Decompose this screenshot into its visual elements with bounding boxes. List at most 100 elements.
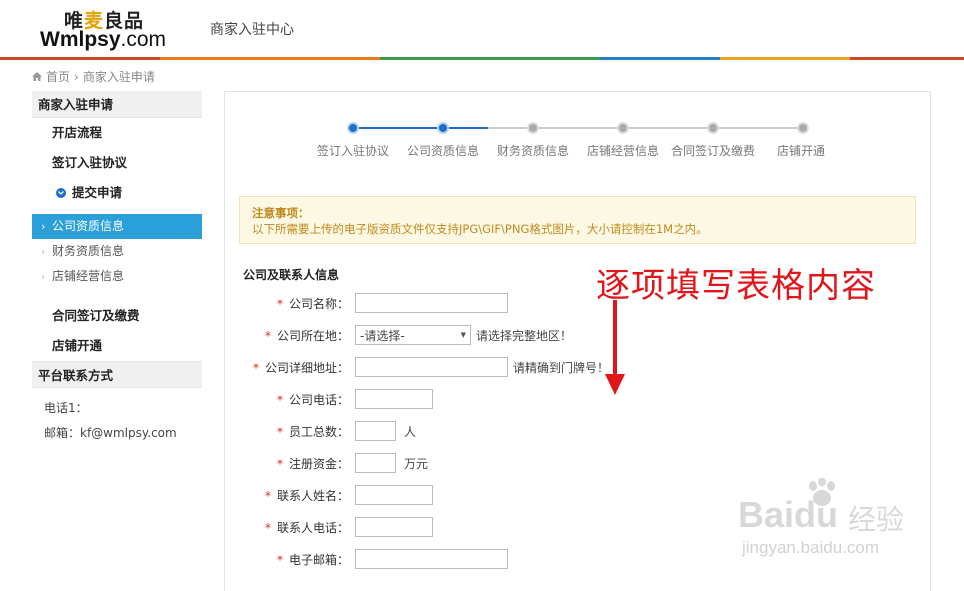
sidebar-subitem-company-qualification[interactable]: 公司资质信息 [32,214,202,239]
step-dot-3 [527,122,539,134]
label-text: 联系人电话： [276,520,349,535]
form-row-company-name: * 公司名称： [225,292,508,314]
sidebar-subitem-finance-qualification[interactable]: 财务资质信息 [32,239,202,264]
required-mark: * [264,488,271,503]
step-connector [443,127,488,129]
form-section-title: 公司及联系人信息 [243,268,340,282]
registered-capital-label: * 注册资金： [225,455,355,472]
sidebar-item-submit[interactable]: 提交申请 [32,178,202,208]
step-dot-2 [437,122,449,134]
label-text: 公司电话： [288,392,349,407]
company-location-select[interactable]: -请选择- ▼ [355,325,471,345]
watermark-logo-du: du [794,494,839,535]
company-phone-input[interactable] [355,389,433,409]
employee-count-unit: 人 [404,424,417,439]
sidebar-section-contact: 平台联系方式 [32,361,202,388]
breadcrumb: 首页 › 商家入驻申请 [32,68,155,85]
form-row-company-address: * 公司详细地址： 请精确到门牌号！ [225,356,609,378]
registered-capital-unit: 万元 [404,456,429,471]
header-title: 商家入驻中心 [210,22,294,38]
home-icon[interactable] [32,72,42,81]
required-mark: * [276,424,283,439]
employee-count-input[interactable] [355,421,396,441]
email-label: * 电子邮箱： [225,551,355,568]
step-label-5: 合同签订及缴费 [670,144,755,158]
form-row-registered-capital: * 注册资金： 万元 [225,452,428,474]
sidebar-item-store-process[interactable]: 开店流程 [32,118,202,148]
company-phone-label: * 公司电话： [225,391,355,408]
sidebar-subitem-store-operation[interactable]: 店铺经营信息 [32,264,202,289]
form-row-company-phone: * 公司电话： [225,388,433,410]
contact-phone-label: * 联系人电话： [225,519,355,536]
company-address-input[interactable] [355,357,508,377]
company-name-input[interactable] [355,293,508,313]
label-text: 联系人姓名： [276,488,349,503]
header: 唯麦良品 Wmlpsy.com 商家入驻中心 [0,0,964,60]
progress-steps: 签订入驻协议 公司资质信息 财务资质信息 店铺经营信息 合同签订及缴费 店铺开通 [225,122,932,162]
step-dot-6 [797,122,809,134]
step-dot-5 [707,122,719,134]
sidebar-item-contract-payment[interactable]: 合同签订及缴费 [32,301,202,331]
contact-name-label: * 联系人姓名： [225,487,355,504]
company-location-hint: 请选择完整地区！ [476,328,573,343]
required-mark: * [276,296,283,311]
contact-name-input[interactable] [355,485,433,505]
employee-count-label: * 员工总数： [225,423,355,440]
contact-phone-input[interactable] [355,517,433,537]
email-input[interactable] [355,549,508,569]
baidu-watermark: Baidu 经验 jingyan.baidu.com [738,476,918,576]
registered-capital-input[interactable] [355,453,396,473]
sidebar-item-sign-agreement[interactable]: 签订入驻协议 [32,148,202,178]
breadcrumb-current: 商家入驻申请 [82,70,155,84]
company-name-label: * 公司名称： [225,295,355,312]
step-dot-1 [347,122,359,134]
watermark-cn: 经验 [848,503,905,536]
watermark-logo-bai: Bai [738,494,795,535]
logo-en[interactable]: Wmlpsy.com [40,28,166,52]
required-mark: * [264,520,271,535]
chevron-down-icon [56,188,66,198]
required-mark: * [264,328,271,343]
breadcrumb-home[interactable]: 首页 [46,68,70,85]
contact-phone: 电话1： [44,401,88,415]
label-text: 公司详细地址： [264,360,349,375]
step-label-2: 公司资质信息 [406,144,479,158]
breadcrumb-separator: › [74,69,79,84]
down-arrow-icon [605,300,625,395]
step-label-1: 签订入驻协议 [316,144,389,158]
company-address-label: * 公司详细地址： [225,359,355,376]
sidebar-item-submit-label: 提交申请 [72,185,123,200]
required-mark: * [276,552,283,567]
step-label-6: 店铺开通 [776,144,825,158]
dropdown-arrow-icon: ▼ [460,331,466,339]
company-location-label: * 公司所在地： [225,327,355,344]
watermark-url: jingyan.baidu.com [742,538,880,557]
required-mark: * [252,360,259,375]
label-text: 注册资金： [288,456,349,471]
logo-en-suffix: .com [120,28,167,51]
form-row-company-location: * 公司所在地： -请选择- ▼ 请选择完整地区！ [225,324,572,346]
watermark-logo: Baidu [738,494,838,536]
form-row-employee-count: * 员工总数： 人 [225,420,416,442]
label-text: 员工总数： [288,424,349,439]
sidebar-item-store-open[interactable]: 店铺开通 [32,331,202,361]
logo-en-name: Wmlpsy [40,28,121,51]
label-text: 公司名称： [288,296,349,311]
company-address-hint: 请精确到门牌号！ [513,360,610,375]
step-label-4: 店铺经营信息 [586,144,659,158]
contact-email: 邮箱：kf@wmlpsy.com [44,426,177,440]
required-mark: * [276,392,283,407]
sidebar-section-apply: 商家入驻申请 [32,91,202,118]
notice-text: 以下所需要上传的电子版资质文件仅支持JPG\GIF\PNG格式图片，大小请控制在… [252,222,708,236]
notice-title: 注意事项： [252,206,310,220]
select-value: -请选择- [360,328,405,343]
form-row-email: * 电子邮箱： [225,548,508,570]
step-label-3: 财务资质信息 [496,144,569,158]
header-stripe [0,57,964,60]
annotation-text: 逐项填写表格内容 [596,266,876,306]
label-text: 电子邮箱： [288,552,349,567]
step-connector [353,127,443,129]
notice-box: 注意事项： 以下所需要上传的电子版资质文件仅支持JPG\GIF\PNG格式图片，… [239,196,916,244]
step-dot-4 [617,122,629,134]
required-mark: * [276,456,283,471]
